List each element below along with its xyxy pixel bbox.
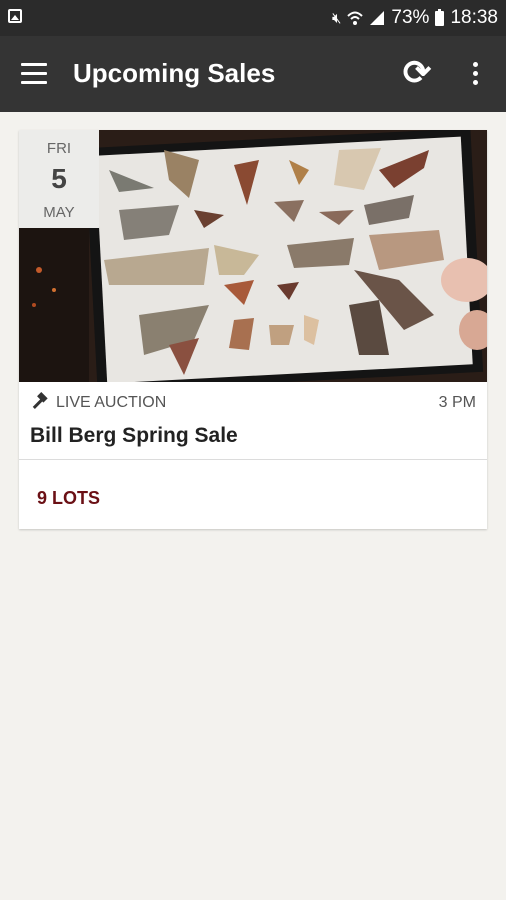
- battery-icon: [435, 8, 445, 26]
- page-title: Upcoming Sales: [73, 58, 276, 88]
- more-vert-icon[interactable]: [471, 62, 479, 88]
- gallery-icon: [8, 9, 22, 23]
- status-bar: 🔇︎ 73% 18:38: [0, 0, 506, 36]
- sale-time: 3 PM: [438, 394, 476, 411]
- sale-card[interactable]: FRI 5 MAY LIVE AUCTION 3 PM Bill Berg Sp…: [19, 130, 487, 529]
- wifi-icon: [347, 11, 364, 25]
- sale-image[interactable]: FRI 5 MAY: [19, 130, 487, 382]
- mute-icon: 🔇︎: [331, 9, 342, 27]
- gavel-icon: [32, 392, 48, 409]
- date-badge: FRI 5 MAY: [19, 130, 99, 228]
- refresh-icon[interactable]: ⟳: [398, 54, 436, 92]
- date-month: MAY: [43, 204, 75, 221]
- sale-meta: LIVE AUCTION 3 PM Bill Berg Spring Sale: [19, 382, 487, 460]
- sale-type: LIVE AUCTION: [56, 394, 167, 411]
- divider: [19, 459, 487, 460]
- date-day-of-week: FRI: [46, 140, 72, 157]
- signal-icon: [370, 11, 385, 25]
- battery-percent: 73%: [391, 7, 430, 28]
- lots-link[interactable]: 9 LOTS: [37, 488, 100, 509]
- app-bar: Upcoming Sales ⟳: [0, 36, 506, 112]
- sale-title[interactable]: Bill Berg Spring Sale: [30, 424, 238, 448]
- status-indicators: 🔇︎ 73% 18:38: [332, 0, 498, 36]
- date-day: 5: [51, 163, 67, 194]
- menu-icon[interactable]: [21, 63, 47, 85]
- clock: 18:38: [450, 7, 498, 28]
